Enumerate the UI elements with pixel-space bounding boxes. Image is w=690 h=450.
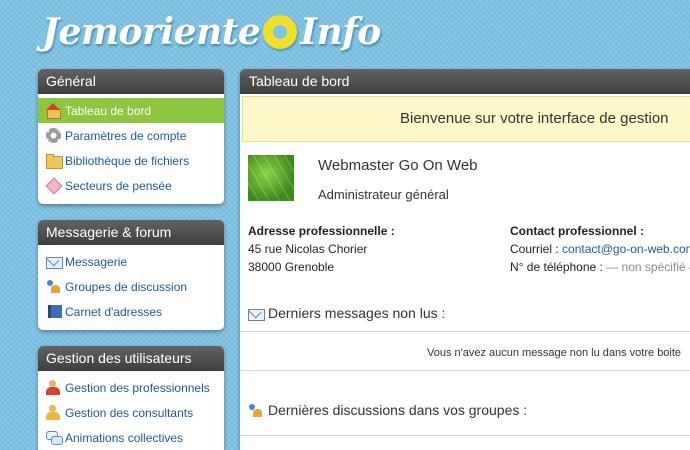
sidebar-item-label: Secteurs de pensée — [65, 178, 172, 193]
sidebar-panel-general: Général Tableau de bord Paramètres de co… — [38, 69, 224, 204]
book-icon — [46, 304, 62, 319]
email-label: Courriel : — [510, 242, 559, 256]
sidebar-item-label: Carnet d'adresses — [65, 304, 163, 319]
tag-icon — [46, 178, 61, 193]
mail-icon — [46, 254, 63, 269]
sidebar-item-manage-professionals[interactable]: Gestion des professionnels — [38, 375, 224, 400]
home-icon — [46, 103, 61, 119]
sidebar-item-group-activities[interactable]: Animations collectives — [38, 425, 224, 450]
sidebar-item-address-book[interactable]: Carnet d'adresses — [38, 299, 224, 324]
logo-ring-icon — [263, 15, 298, 49]
sidebar-item-label: Tableau de bord — [65, 103, 152, 118]
logo-text-right: Info — [300, 11, 381, 53]
sidebar-panel-messaging: Messagerie & forum Messagerie Groupes de… — [38, 220, 224, 330]
professional-address: Adresse professionnelle : 45 rue Nicolas… — [248, 222, 395, 276]
sidebar-item-label: Groupes de discussion — [65, 279, 188, 294]
consultant-icon — [46, 405, 61, 420]
sidebar-item-account-settings[interactable]: Paramètres de compte — [38, 123, 224, 148]
sidebar-item-file-library[interactable]: Bibliothèque de fichiers — [38, 148, 224, 173]
phone-label: N° de téléphone : — [510, 260, 603, 274]
dashboard-panel: Tableau de bord Bienvenue sur votre inte… — [240, 69, 690, 450]
profile-name: Webmaster Go On Web — [318, 157, 478, 174]
email-link[interactable]: contact@go-on-web.com — [562, 242, 690, 256]
sidebar-item-manage-consultants[interactable]: Gestion des consultants — [38, 400, 224, 425]
unread-messages-title: Derniers messages non lus : — [268, 305, 446, 321]
avatar[interactable] — [248, 155, 294, 201]
phone-value: — non spécifié — — [606, 260, 690, 274]
professional-contact: Contact professionnel : Courriel : conta… — [510, 222, 690, 276]
users-icon — [46, 380, 61, 395]
sidebar-item-label: Gestion des professionnels — [65, 380, 210, 395]
group-discussions-title: Dernières discussions dans vos groupes : — [268, 402, 528, 418]
sidebar-item-dashboard[interactable]: Tableau de bord — [38, 98, 224, 123]
unread-messages-heading: Derniers messages non lus : — [248, 305, 445, 321]
mail-icon — [248, 306, 265, 321]
profile-role: Administrateur général — [318, 187, 449, 202]
chat-icon — [46, 430, 63, 445]
divider — [240, 435, 690, 436]
panel-title: Général — [38, 69, 224, 94]
people-icon — [46, 279, 61, 294]
sidebar-item-messaging[interactable]: Messagerie — [38, 249, 224, 274]
sidebar-item-label: Messagerie — [65, 254, 128, 269]
address-label: Adresse professionnelle : — [248, 224, 395, 238]
divider — [240, 331, 690, 332]
sidebar-item-thought-sectors[interactable]: Secteurs de pensée — [38, 173, 224, 198]
welcome-banner: Bienvenue sur votre interface de gestion — [242, 96, 690, 142]
group-discussions-heading: Dernières discussions dans vos groupes : — [248, 402, 527, 418]
site-logo[interactable]: Jemoriente Info — [42, 8, 381, 56]
logo-text-left: Jemoriente — [42, 11, 261, 53]
sidebar-item-discussion-groups[interactable]: Groupes de discussion — [38, 274, 224, 299]
panel-title: Messagerie & forum — [38, 220, 224, 245]
address-line-2: 38000 Grenoble — [248, 260, 335, 274]
panel-title: Gestion des utilisateurs — [38, 346, 224, 371]
sidebar-item-label: Animations collectives — [65, 430, 184, 445]
folder-icon — [46, 153, 63, 169]
sidebar-item-label: Paramètres de compte — [65, 128, 187, 143]
address-line-1: 45 rue Nicolas Chorier — [248, 242, 368, 256]
gear-icon — [46, 128, 61, 143]
people-icon — [248, 403, 263, 418]
no-messages-text: Vous n'avez aucun message non lu dans vo… — [427, 347, 682, 359]
sidebar-item-label: Bibliothèque de fichiers — [65, 153, 190, 168]
divider — [240, 370, 690, 371]
page-title: Tableau de bord — [240, 69, 690, 94]
sidebar-item-label: Gestion des consultants — [65, 405, 194, 420]
sidebar-panel-users: Gestion des utilisateurs Gestion des pro… — [38, 346, 224, 450]
contact-label: Contact professionnel : — [510, 224, 645, 238]
